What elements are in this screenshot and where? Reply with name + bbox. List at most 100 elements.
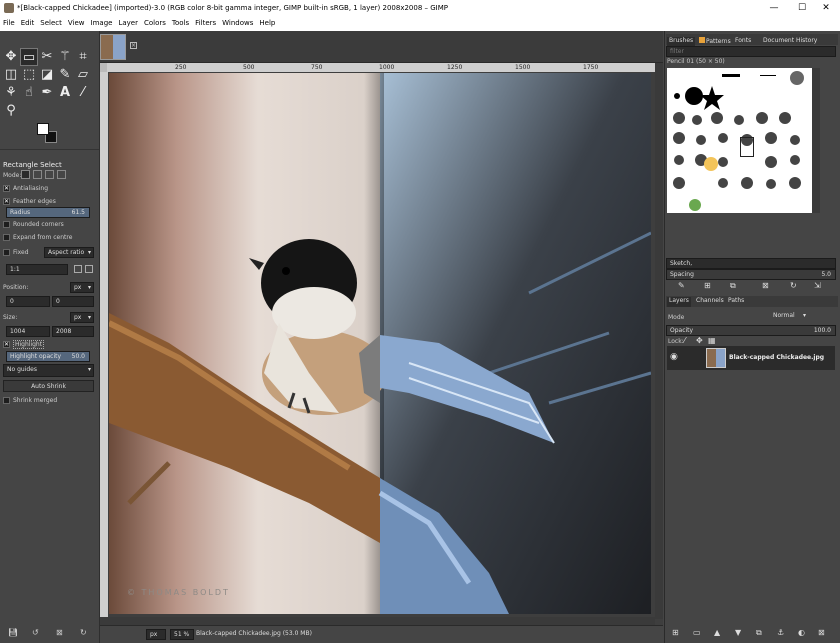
- unit-select[interactable]: px: [146, 629, 166, 640]
- duplicate-layer-icon[interactable]: ⧉: [756, 628, 762, 638]
- visibility-eye-icon[interactable]: ◉: [670, 352, 678, 362]
- highlight-option[interactable]: ✕ Highlight: [3, 340, 45, 349]
- tab-paths[interactable]: Paths: [728, 297, 744, 307]
- menu-colors[interactable]: Colors: [141, 17, 169, 29]
- eraser-tool-icon[interactable]: ▱: [74, 66, 92, 84]
- rect-select-tool-icon[interactable]: ▭: [20, 48, 38, 66]
- foreground-color-swatch[interactable]: [37, 123, 49, 135]
- brush-grid[interactable]: [667, 68, 812, 213]
- horizontal-scrollbar[interactable]: [100, 617, 655, 625]
- menu-view[interactable]: View: [65, 17, 88, 29]
- position-y-field[interactable]: 0: [52, 296, 94, 307]
- expand-from-centre-option[interactable]: Expand from centre: [3, 234, 72, 241]
- refresh-brushes-icon[interactable]: ↻: [790, 281, 797, 290]
- new-brush-icon[interactable]: ⊞: [704, 281, 711, 290]
- restore-options-icon[interactable]: ↺: [32, 628, 39, 637]
- feather-edges-checkbox[interactable]: ✕: [3, 198, 10, 205]
- size-unit-select[interactable]: px ▾: [70, 312, 94, 323]
- fixed-checkbox[interactable]: [3, 249, 10, 256]
- fixed-option[interactable]: Fixed: [3, 249, 29, 256]
- tab-layers[interactable]: Layers: [667, 297, 691, 307]
- brush-filter-input[interactable]: filter: [666, 46, 836, 57]
- size-width-field[interactable]: 1004: [6, 326, 50, 337]
- menu-help[interactable]: Help: [256, 17, 278, 29]
- highlight-checkbox[interactable]: ✕: [3, 341, 10, 348]
- shrink-merged-checkbox[interactable]: [3, 397, 10, 404]
- path-tool-icon[interactable]: ✒: [38, 84, 56, 102]
- mode-replace-icon[interactable]: [21, 170, 30, 179]
- close-button[interactable]: ✕: [812, 0, 840, 17]
- wand-tool-icon[interactable]: ⚚: [56, 48, 74, 66]
- close-tab-icon[interactable]: ×: [130, 42, 137, 49]
- menu-image[interactable]: Image: [88, 17, 116, 29]
- shrink-merged-option[interactable]: Shrink merged: [3, 397, 57, 404]
- save-options-icon[interactable]: 💾︎: [8, 628, 18, 637]
- warp-tool-icon[interactable]: ⬚: [20, 66, 38, 84]
- menu-tools[interactable]: Tools: [169, 17, 192, 29]
- menu-file[interactable]: File: [0, 17, 18, 29]
- lock-alpha-icon[interactable]: ▦: [708, 336, 716, 345]
- menu-layer[interactable]: Layer: [115, 17, 141, 29]
- lock-position-icon[interactable]: ✥: [696, 336, 703, 345]
- bucket-fill-tool-icon[interactable]: ◪: [38, 66, 56, 84]
- color-picker-tool-icon[interactable]: ⁄: [74, 84, 92, 102]
- expand-centre-checkbox[interactable]: [3, 234, 10, 241]
- raise-layer-icon[interactable]: ▲: [714, 628, 720, 637]
- tab-channels[interactable]: Channels: [696, 297, 724, 307]
- zoom-tool-icon[interactable]: ⚲: [2, 102, 20, 120]
- menu-edit[interactable]: Edit: [18, 17, 38, 29]
- antialiasing-option[interactable]: ✕ Antialiasing: [3, 185, 48, 192]
- brush-spacing-slider[interactable]: Spacing 5.0: [666, 269, 836, 280]
- canvas-image[interactable]: © THOMAS BOLDT: [109, 73, 651, 614]
- new-layer-icon[interactable]: ⊞: [672, 628, 679, 637]
- position-unit-select[interactable]: px ▾: [70, 282, 94, 293]
- mode-intersect-icon[interactable]: [57, 170, 66, 179]
- minimize-button[interactable]: —: [760, 0, 788, 17]
- open-brush-as-image-icon[interactable]: ⇲: [814, 281, 821, 290]
- move-tool-icon[interactable]: ✥: [2, 48, 20, 66]
- mode-subtract-icon[interactable]: [45, 170, 54, 179]
- menu-select[interactable]: Select: [37, 17, 65, 29]
- menu-filters[interactable]: Filters: [192, 17, 219, 29]
- fuzzy-select-tool-icon[interactable]: ✂: [38, 48, 56, 66]
- delete-options-icon[interactable]: ⊠: [56, 628, 63, 637]
- size-height-field[interactable]: 2008: [52, 326, 94, 337]
- aspect-ratio-field[interactable]: 1:1: [6, 264, 68, 275]
- paintbrush-tool-icon[interactable]: ✎: [56, 66, 74, 84]
- delete-layer-icon[interactable]: ⊠: [818, 628, 825, 637]
- vertical-ruler[interactable]: [100, 72, 108, 617]
- crop-tool-icon[interactable]: ⌗: [74, 48, 92, 66]
- highlight-opacity-slider[interactable]: Highlight opacity 50.0: [6, 351, 90, 362]
- selected-brush[interactable]: [740, 137, 754, 157]
- layer-mode-select[interactable]: Normal ▾: [770, 311, 808, 322]
- guides-select[interactable]: No guides ▾: [3, 364, 94, 377]
- reset-options-icon[interactable]: ↻: [80, 628, 87, 637]
- fixed-mode-select[interactable]: Aspect ratio ▾: [44, 247, 94, 258]
- text-tool-icon[interactable]: A: [56, 84, 74, 102]
- layer-mask-icon[interactable]: ◐: [798, 628, 805, 637]
- zoom-select[interactable]: 51 %: [170, 629, 194, 640]
- smudge-tool-icon[interactable]: ☝: [20, 84, 38, 102]
- rounded-corners-checkbox[interactable]: [3, 221, 10, 228]
- edit-brush-icon[interactable]: ✎: [678, 281, 685, 290]
- new-layer-group-icon[interactable]: ▭: [693, 628, 701, 637]
- landscape-icon[interactable]: [85, 265, 93, 273]
- clone-tool-icon[interactable]: ⚘: [2, 84, 20, 102]
- feather-edges-option[interactable]: ✕ Feather edges: [3, 198, 56, 205]
- layer-row[interactable]: ◉ Black-capped Chickadee.jpg: [667, 346, 835, 370]
- portrait-icon[interactable]: [74, 265, 82, 273]
- vertical-scrollbar[interactable]: [655, 63, 663, 619]
- position-x-field[interactable]: 0: [6, 296, 50, 307]
- layer-opacity-slider[interactable]: Opacity 100.0: [666, 325, 836, 336]
- transform-tool-icon[interactable]: ◫: [2, 66, 20, 84]
- lock-pixels-icon[interactable]: ⁄: [684, 336, 685, 345]
- lower-layer-icon[interactable]: ▼: [735, 628, 741, 637]
- image-tab-thumbnail[interactable]: [100, 34, 126, 60]
- brush-grid-scrollbar[interactable]: [812, 68, 820, 213]
- brush-tag-input[interactable]: Sketch,: [666, 258, 836, 269]
- antialiasing-checkbox[interactable]: ✕: [3, 185, 10, 192]
- rounded-corners-option[interactable]: Rounded corners: [3, 221, 64, 228]
- delete-brush-icon[interactable]: ⊠: [762, 281, 769, 290]
- menu-windows[interactable]: Windows: [219, 17, 256, 29]
- mode-add-icon[interactable]: [33, 170, 42, 179]
